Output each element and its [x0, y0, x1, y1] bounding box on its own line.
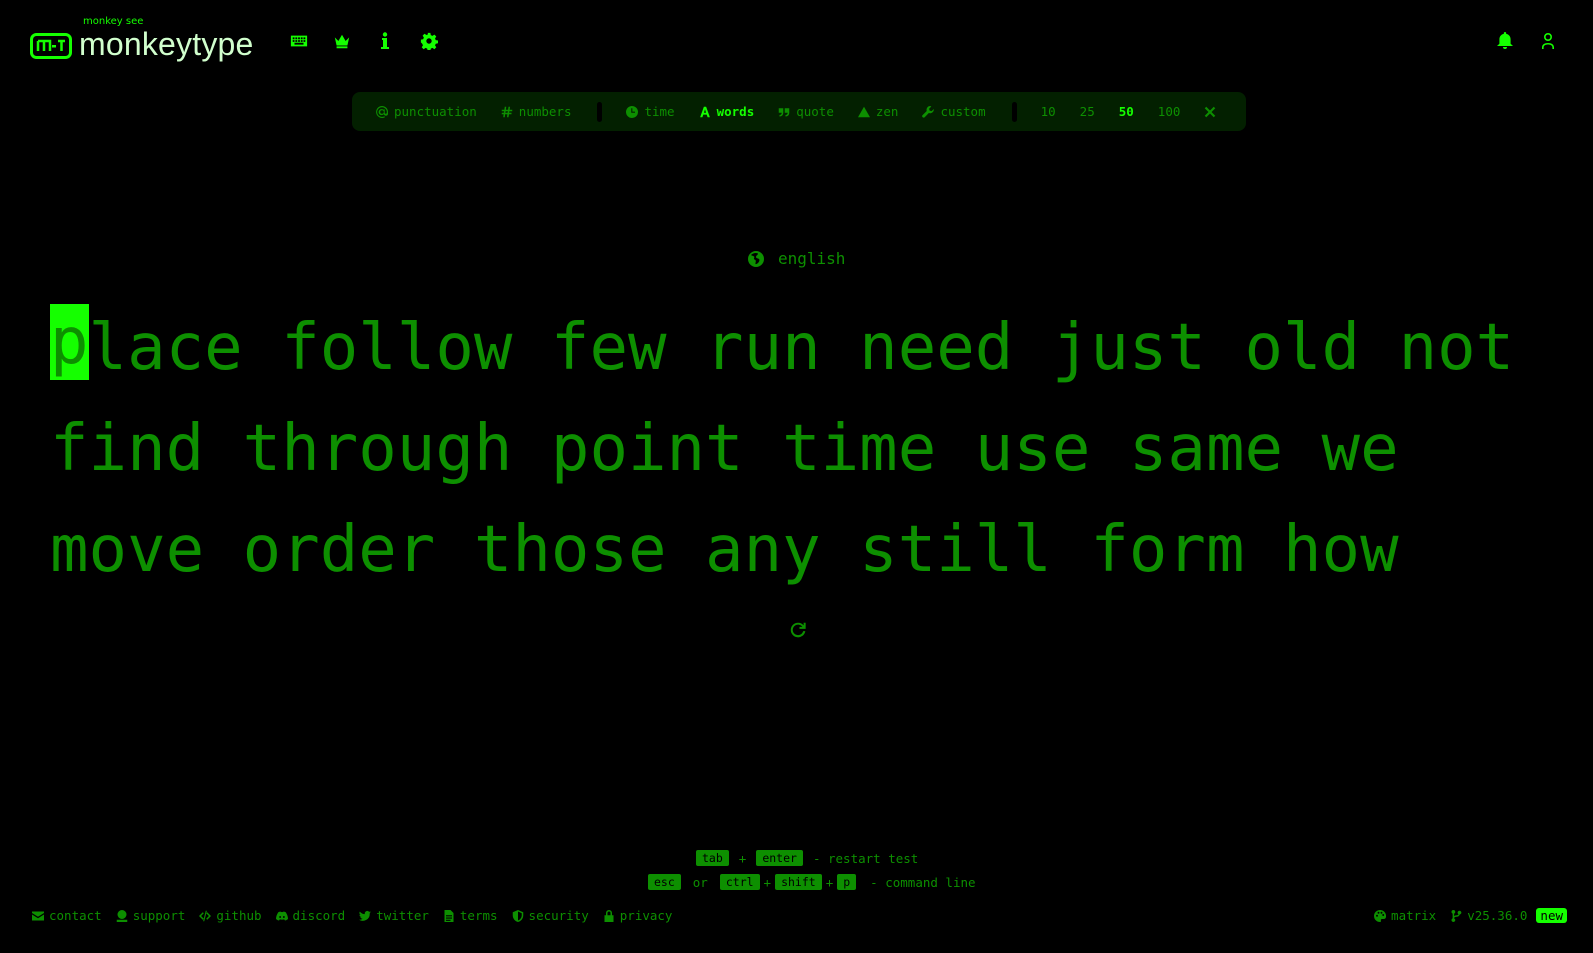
user-icon[interactable]: [1537, 30, 1559, 52]
command-hint-text: - command line: [870, 874, 976, 890]
mode-time[interactable]: time: [626, 104, 675, 119]
mode-quote[interactable]: quote: [778, 104, 834, 119]
mode-words[interactable]: words: [699, 104, 755, 119]
keyboard-icon[interactable]: [288, 30, 310, 52]
footer-terms[interactable]: terms: [443, 908, 498, 923]
footer-discord[interactable]: discord: [275, 908, 346, 923]
privacy-label: privacy: [619, 908, 673, 923]
quote-icon: [778, 107, 790, 116]
plus-sign-3: +: [825, 874, 834, 890]
at-icon: [376, 105, 388, 118]
word-count-100[interactable]: 100: [1158, 104, 1181, 119]
theme-button[interactable]: matrix: [1374, 908, 1436, 923]
logo-top-text: monkey see: [83, 16, 144, 27]
word-line-1-text: lace follow few run need just old not: [88, 311, 1515, 385]
restart-hint: tab + enter - restart test: [696, 850, 918, 866]
numbers-label: numbers: [518, 104, 572, 119]
discord-label: discord: [292, 908, 346, 923]
key-esc: esc: [648, 874, 681, 890]
footer-security[interactable]: security: [512, 908, 589, 923]
info-icon[interactable]: [374, 30, 396, 52]
logo[interactable]: monkey see monkeytype: [30, 16, 254, 68]
font-icon: [699, 106, 710, 117]
mode-zen[interactable]: zen: [857, 104, 899, 119]
logo-icon: [30, 32, 72, 59]
key-shift: shift: [775, 874, 822, 890]
caret-letter: p: [50, 304, 89, 380]
word-line-3: move order those any still form how: [50, 513, 1399, 587]
hash-icon: [501, 106, 513, 117]
key-ctrl: ctrl: [719, 874, 760, 890]
gear-icon[interactable]: [418, 30, 440, 52]
clock-icon: [626, 105, 639, 118]
terms-label: terms: [459, 908, 498, 923]
word-count-50[interactable]: 50: [1119, 104, 1134, 119]
tools-icon: [1205, 106, 1216, 117]
language-selector[interactable]: english: [748, 249, 845, 268]
security-label: security: [528, 908, 589, 923]
version-button[interactable]: v25.36.0 new: [1450, 908, 1567, 923]
footer-right: matrix v25.36.0 new: [1374, 908, 1567, 923]
bell-icon[interactable]: [1494, 30, 1516, 52]
zen-label: zen: [875, 104, 899, 119]
twitter-label: twitter: [376, 908, 429, 923]
donate-icon: [116, 909, 127, 922]
key-tab: tab: [696, 850, 729, 866]
footer-contact[interactable]: contact: [32, 908, 102, 923]
crown-icon[interactable]: [331, 30, 353, 52]
footer-github[interactable]: github: [199, 908, 262, 923]
config-separator: [597, 101, 603, 122]
palette-icon: [1374, 909, 1387, 922]
or-text: or: [692, 874, 708, 890]
quote-label: quote: [796, 104, 834, 119]
lock-icon: [604, 909, 614, 922]
envelope-icon: [32, 911, 44, 920]
language-label: english: [778, 249, 846, 268]
mode-custom[interactable]: custom: [922, 104, 986, 119]
footer-twitter[interactable]: twitter: [359, 908, 429, 923]
punctuation-label: punctuation: [394, 104, 477, 119]
key-p: p: [837, 874, 857, 890]
wrench-icon: [922, 105, 935, 118]
discord-icon: [275, 911, 288, 920]
word-count-25[interactable]: 25: [1080, 104, 1095, 119]
custom-label: custom: [940, 104, 986, 119]
globe-icon: [748, 250, 764, 267]
support-label: support: [132, 908, 186, 923]
word-line-1: place follow few run need just old not: [50, 298, 1560, 399]
twitter-icon: [359, 910, 372, 921]
words-area[interactable]: place follow few run need just old not f…: [50, 298, 1560, 601]
restart-button[interactable]: [789, 621, 809, 641]
numbers-toggle[interactable]: numbers: [501, 104, 572, 119]
code-icon: [199, 910, 212, 921]
redo-icon: [790, 622, 806, 638]
plus-sign-2: +: [763, 874, 772, 890]
punctuation-toggle[interactable]: punctuation: [376, 104, 477, 119]
footer-privacy[interactable]: privacy: [603, 908, 673, 923]
custom-count-button[interactable]: [1204, 106, 1216, 118]
contact-label: contact: [49, 908, 102, 923]
mountain-icon: [857, 106, 870, 117]
file-icon: [444, 909, 454, 922]
logo-text-group: monkey see monkeytype: [79, 16, 254, 68]
version-label: v25.36.0: [1467, 908, 1528, 923]
github-label: github: [216, 908, 262, 923]
word-line-2: find through point time use same we: [50, 412, 1399, 486]
theme-label: matrix: [1391, 908, 1437, 923]
word-count-10[interactable]: 10: [1041, 104, 1056, 119]
config-separator-2: [1011, 101, 1017, 122]
header: monkey see monkeytype: [0, 0, 1593, 84]
time-label: time: [644, 104, 675, 119]
plus-sign: +: [738, 850, 747, 866]
footer-support[interactable]: support: [116, 908, 186, 923]
code-branch-icon: [1451, 909, 1462, 922]
words-label: words: [716, 104, 755, 119]
new-badge: new: [1536, 908, 1567, 923]
key-enter: enter: [756, 850, 803, 866]
footer-links: contact support github discord twitter t…: [32, 908, 672, 923]
shield-icon: [512, 909, 523, 922]
restart-hint-text: - restart test: [812, 850, 919, 866]
test-config-bar: punctuation numbers time words quote zen…: [352, 92, 1246, 131]
command-line-hint: esc or ctrl + shift + p - command line: [648, 874, 976, 890]
